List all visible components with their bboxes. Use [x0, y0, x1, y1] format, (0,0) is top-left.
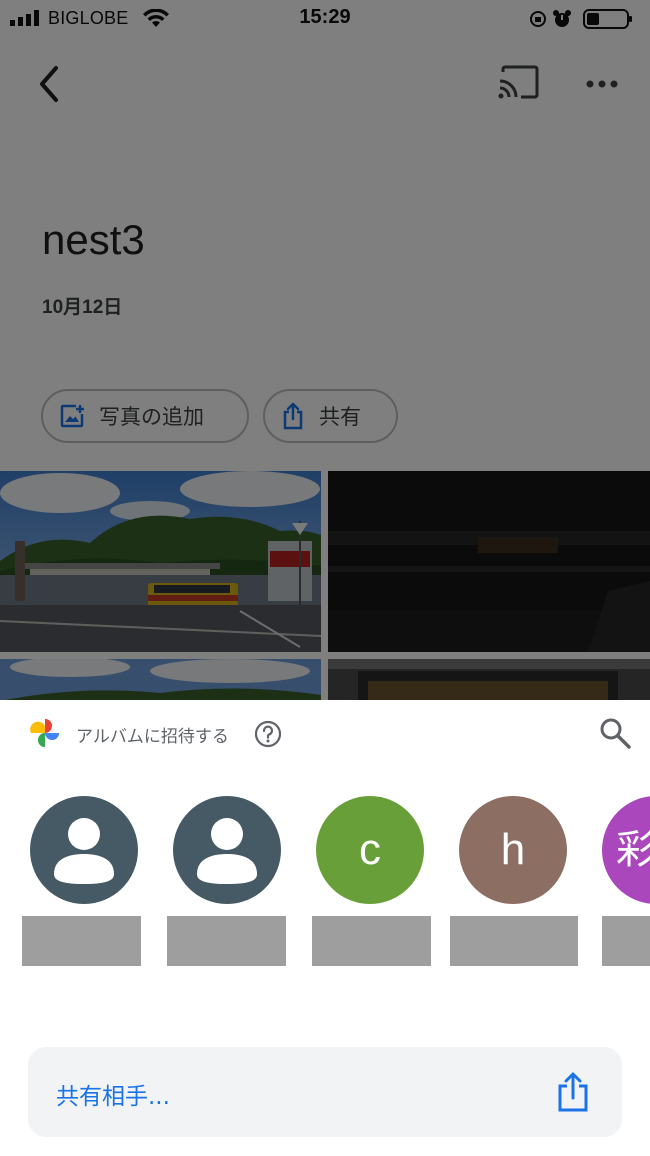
sheet-header: アルバムに招待する	[0, 700, 650, 766]
google-photos-logo	[30, 719, 59, 747]
contact-initial: c	[359, 825, 381, 874]
contact-name-redacted	[167, 916, 286, 966]
contact-avatar[interactable]: h	[459, 796, 567, 904]
contact-name-redacted	[312, 916, 431, 966]
search-icon[interactable]	[598, 716, 632, 750]
invite-label: アルバムに招待する	[76, 727, 229, 747]
contact-avatar[interactable]	[30, 796, 138, 904]
share-icon	[558, 1072, 588, 1112]
screen: BIGLOBE 15:29	[0, 0, 650, 1156]
contact-name-redacted	[22, 916, 141, 966]
share-sheet: アルバムに招待する c h 彩 共有相手...	[0, 700, 650, 1156]
person-icon	[197, 818, 257, 884]
contact-initial: 彩	[616, 827, 650, 873]
album-screen: BIGLOBE 15:29	[0, 0, 650, 701]
share-with-button[interactable]: 共有相手...	[28, 1047, 622, 1137]
contact-name-redacted	[602, 916, 650, 966]
help-icon[interactable]	[254, 720, 282, 748]
contact-avatar[interactable]	[173, 796, 281, 904]
contact-name-redacted	[450, 916, 578, 966]
contact-avatar[interactable]: c	[316, 796, 424, 904]
share-with-label: 共有相手...	[56, 1084, 170, 1110]
person-icon	[54, 818, 114, 884]
contact-initial: h	[500, 825, 526, 874]
dim-overlay[interactable]	[0, 0, 650, 700]
contact-avatar[interactable]: 彩	[602, 796, 650, 904]
